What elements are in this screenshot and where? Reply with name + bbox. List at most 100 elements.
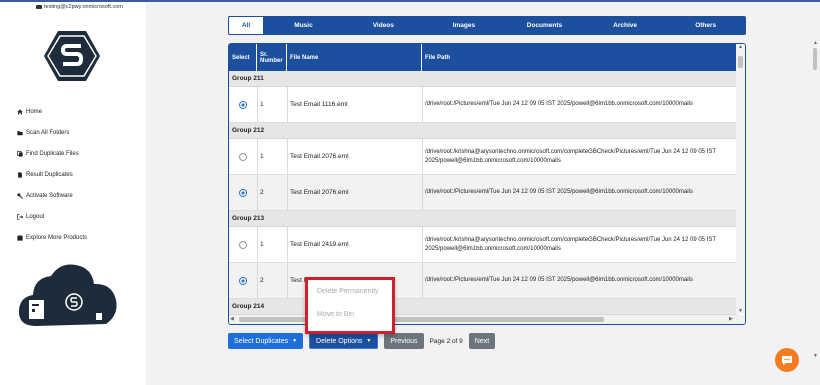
app-logo [44,31,100,81]
group-header-row: Group 213 [229,211,737,227]
folder-icon [16,129,23,136]
box-icon [16,234,23,241]
select-radio[interactable] [239,240,247,249]
file-path-line: /drive/root:/Pictures/eml/Tue Jun 24 12 … [425,277,693,283]
column-divider [257,175,258,210]
select-cell [239,139,247,174]
table-hscroll-thumb[interactable] [239,317,604,322]
sidebar-item-label: Scan All Folders [26,129,70,136]
tab-others[interactable]: Others [665,16,746,35]
column-divider [422,175,423,210]
column-divider [422,263,423,298]
header-file-name: File Name [287,44,422,71]
scroll-left-arrow-icon[interactable]: ◀ [230,316,234,322]
column-divider [257,227,258,262]
page-scroll-thumb[interactable] [813,48,817,70]
tab-all[interactable]: All [228,16,264,35]
sr-number-cell: 1 [260,241,264,248]
select-duplicates-label: Select Duplicates [234,337,289,345]
page-scrollbar[interactable]: ▲ ▼ [810,40,820,385]
table-row[interactable]: 1 Test Email 1116.eml/drive/root:/Picture… [229,87,737,123]
caret-down-icon: ▼ [292,338,298,344]
sidebar-item-label: Find Duplicate Files [26,150,79,157]
file-path-line: /drive/root:/Pictures/eml/Tue Jun 24 12 … [425,101,693,107]
table-vscroll-thumb[interactable] [738,56,743,68]
bottom-action-bar: Select Duplicates ▼ Delete Options ▼ Pre… [228,333,496,349]
header-sr-number: Sr. Number [257,44,287,71]
table-row[interactable]: 1 Test Email 2076.eml/drive/root:/krishna… [229,139,737,175]
select-radio[interactable] [239,188,247,197]
select-radio[interactable] [239,276,247,285]
menu-item-move-to-bin[interactable]: Move to Bin [308,303,392,326]
page-scroll-up-icon[interactable]: ▲ [813,40,818,46]
file-path-line: /drive/root:/krishna@arysontechno.onmicr… [425,148,716,155]
sidebar-item-find-duplicate-files[interactable]: Find Duplicate Files [16,143,87,164]
sidebar-item-label: Explore More Products [26,234,88,241]
sr-number-cell: 2 [260,189,264,196]
group-header-row: Group 212 [229,123,737,139]
sidebar-item-label: Result Duplicates [26,171,73,178]
file-path-line: /drive/root:/krishna@arysontechno.onmicr… [425,236,716,243]
column-divider [287,227,288,262]
sr-number-cell: 2 [260,277,264,284]
sidebar-item-result-duplicates[interactable]: Result Duplicates [16,164,87,185]
file-path-cell: /drive/root:/krishna@arysontechno.onmicr… [425,139,735,174]
chat-button[interactable] [775,348,799,372]
column-divider [257,263,258,298]
column-divider [257,87,258,122]
table-vertical-scrollbar[interactable]: ▲ ▼ [736,44,745,314]
next-button[interactable]: Next [468,333,496,349]
file-path-cell: /drive/root:/krishna@arysontechno.onmicr… [425,227,735,262]
user-email-text: testing@c2pwy.onmicrosoft.com [44,4,123,10]
select-duplicates-button[interactable]: Select Duplicates ▼ [228,333,304,349]
logout-icon [16,213,23,220]
column-divider [287,263,288,298]
table-row[interactable]: 1 Test Email 2419.eml/drive/root:/krishna… [229,227,737,263]
page-indicator: Page 2 of 9 [429,337,463,345]
group-header-row: Group 211 [229,71,737,87]
column-divider [257,139,258,174]
select-radio[interactable] [239,152,247,161]
delete-options-menu: Delete Permanently Move to Bin [305,277,395,334]
home-icon [16,108,23,115]
cloud-illustration [18,264,117,326]
tab-videos[interactable]: Videos [343,16,424,35]
column-divider [287,87,288,122]
scroll-right-arrow-icon[interactable]: ▶ [729,316,733,322]
select-radio[interactable] [239,100,247,109]
sidebar: testing@c2pwy.onmicrosoft.com Home Scan A… [0,2,146,385]
sidebar-item-label: Activate Software [26,192,73,199]
scroll-down-arrow-icon[interactable]: ▼ [738,308,743,314]
file-icon [16,171,23,178]
menu-item-delete-permanently[interactable]: Delete Permanently [308,280,392,303]
sr-number-cell: 1 [260,101,264,108]
sr-number-cell: 1 [260,153,264,160]
chat-bubble-icon [782,355,792,365]
page-scroll-down-icon[interactable]: ▼ [813,353,818,359]
sidebar-item-scan-all-folders[interactable]: Scan All Folders [16,122,87,143]
key-icon [16,192,23,199]
sidebar-item-explore-more-products[interactable]: Explore More Products [16,227,87,248]
header-select: Select [229,44,257,71]
sidebar-item-activate-software[interactable]: Activate Software [16,185,87,206]
file-name-cell: Test Email 2076.eml [290,189,349,196]
tab-images[interactable]: Images [424,16,505,35]
select-cell [239,227,247,262]
scroll-up-arrow-icon[interactable]: ▲ [738,44,743,50]
caret-down-icon: ▼ [366,338,372,344]
table-row[interactable]: 2 Test Email 2076.eml/drive/root:/Picture… [229,175,737,211]
sidebar-item-home[interactable]: Home [16,101,87,122]
previous-button[interactable]: Previous [384,333,424,349]
sidebar-item-label: Logout [26,213,45,220]
select-cell [239,87,247,122]
tab-music[interactable]: Music [264,16,343,35]
select-cell [239,263,247,298]
tab-documents[interactable]: Documents [504,16,585,35]
sidebar-item-logout[interactable]: Logout [16,206,87,227]
sidebar-nav: Home Scan All Folders Find Duplicate Files… [16,101,87,248]
delete-options-button[interactable]: Delete Options ▼ [309,333,379,349]
file-type-tabs: All Music Videos Images Documents Archive Othe… [228,16,746,35]
tab-archive[interactable]: Archive [585,16,666,35]
file-name-cell: Test Email 2076.eml [290,153,349,160]
file-path-line: /drive/root:/Pictures/eml/Tue Jun 24 12 … [425,189,693,195]
